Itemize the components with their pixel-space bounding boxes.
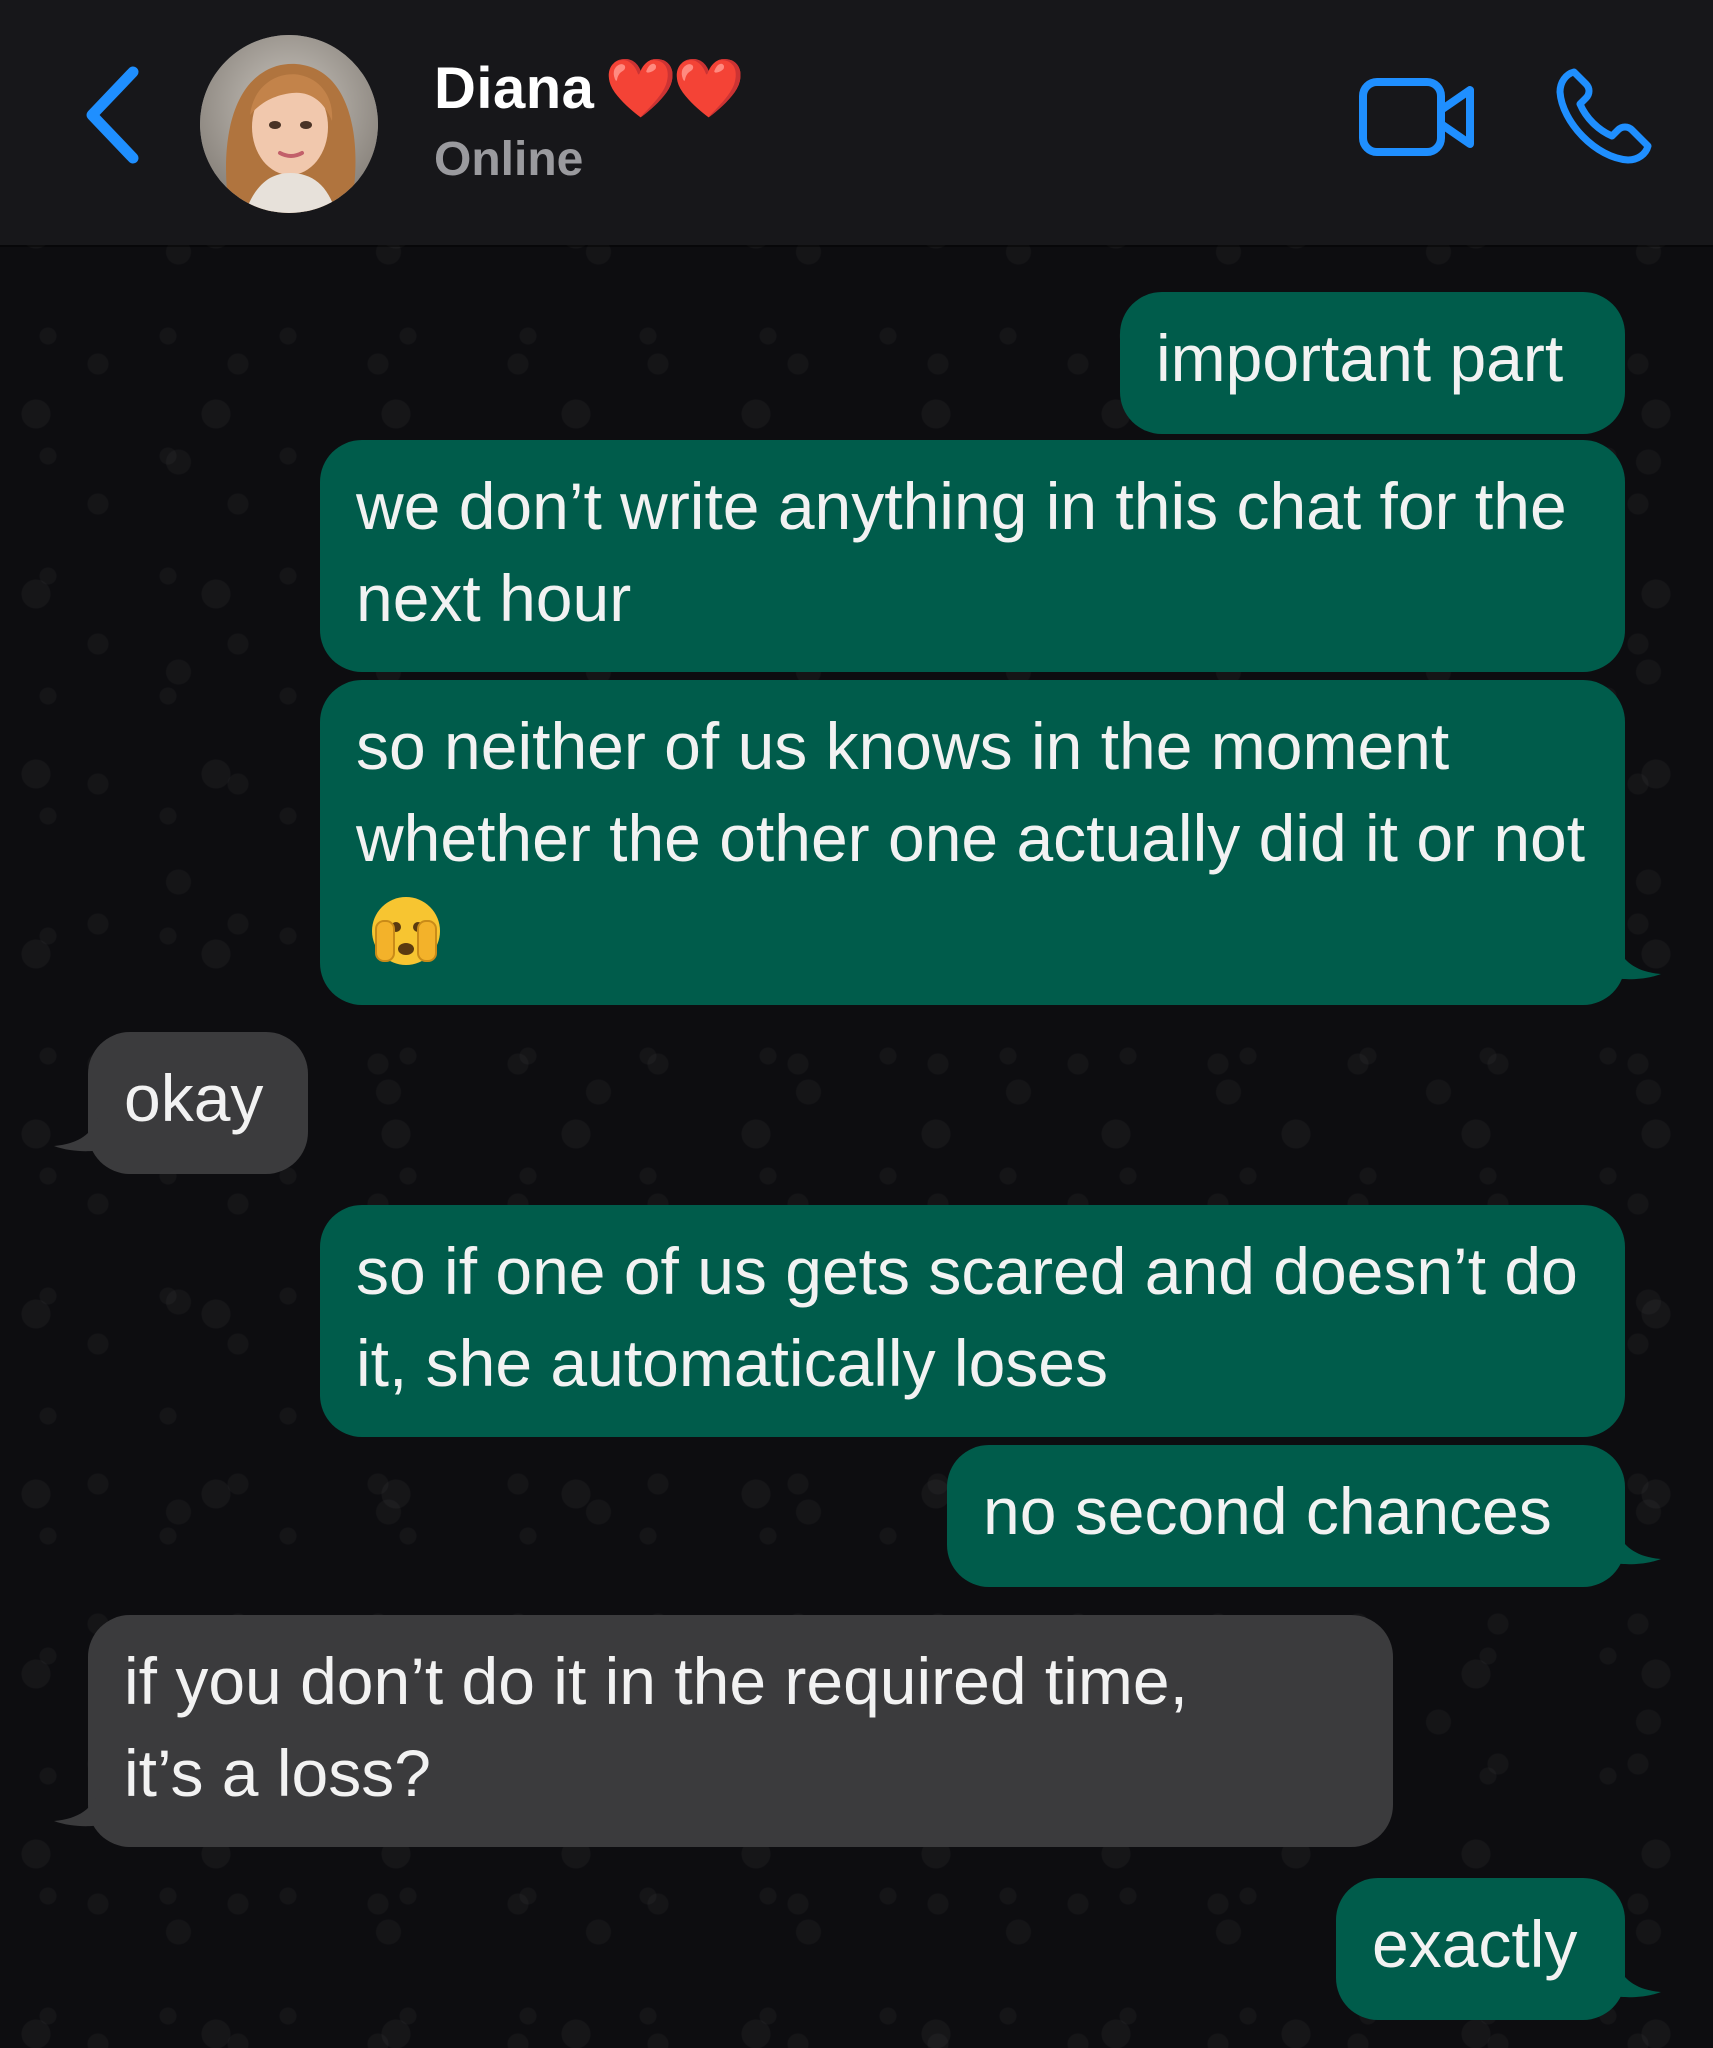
video-call-button[interactable] (1358, 72, 1478, 162)
bubble-tail (1615, 1525, 1661, 1565)
message-text: so neither of us knows in the moment whe… (356, 709, 1586, 875)
message-outgoing[interactable]: exactly (1336, 1878, 1625, 2020)
chevron-left-icon (86, 66, 139, 164)
video-camera-icon (1359, 78, 1474, 156)
chat-screen: Diana ❤️❤️ Online important part we don’… (0, 0, 1713, 2048)
message-text: no second chances (983, 1474, 1552, 1548)
contact-name-row[interactable]: Diana ❤️❤️ (434, 48, 745, 128)
contact-status: Online (434, 133, 584, 186)
message-text: so if one of us gets scared and doesn’t … (356, 1234, 1578, 1400)
bubble-tail (1615, 940, 1661, 980)
bubble-tail (54, 1112, 100, 1152)
message-outgoing[interactable]: important part (1120, 292, 1625, 434)
bubble-tail (1615, 1958, 1661, 1998)
chat-header: Diana ❤️❤️ Online (0, 0, 1713, 245)
contact-name: Diana (434, 55, 595, 121)
voice-call-button[interactable] (1552, 64, 1652, 168)
hearts-emoji: ❤️❤️ (604, 54, 744, 122)
phone-icon (1556, 68, 1652, 164)
message-text: if you don’t do it in the required time,… (124, 1644, 1188, 1810)
back-button[interactable] (78, 60, 158, 170)
message-outgoing[interactable]: we don’t write anything in this chat for… (320, 440, 1625, 672)
avatar-image (200, 35, 378, 213)
message-outgoing[interactable]: no second chances (947, 1445, 1625, 1587)
message-text: we don’t write anything in this chat for… (356, 469, 1567, 635)
message-outgoing[interactable]: so neither of us knows in the moment whe… (320, 680, 1625, 1005)
message-text: exactly (1372, 1907, 1578, 1981)
message-text: okay (124, 1061, 264, 1135)
avatar[interactable] (200, 35, 378, 213)
message-text: important part (1156, 321, 1564, 395)
message-outgoing[interactable]: so if one of us gets scared and doesn’t … (320, 1205, 1625, 1437)
message-incoming[interactable]: if you don’t do it in the required time,… (88, 1615, 1393, 1847)
bubble-tail (54, 1787, 100, 1827)
message-incoming[interactable]: okay (88, 1032, 308, 1174)
face-with-peeking-eye-icon (372, 896, 440, 965)
